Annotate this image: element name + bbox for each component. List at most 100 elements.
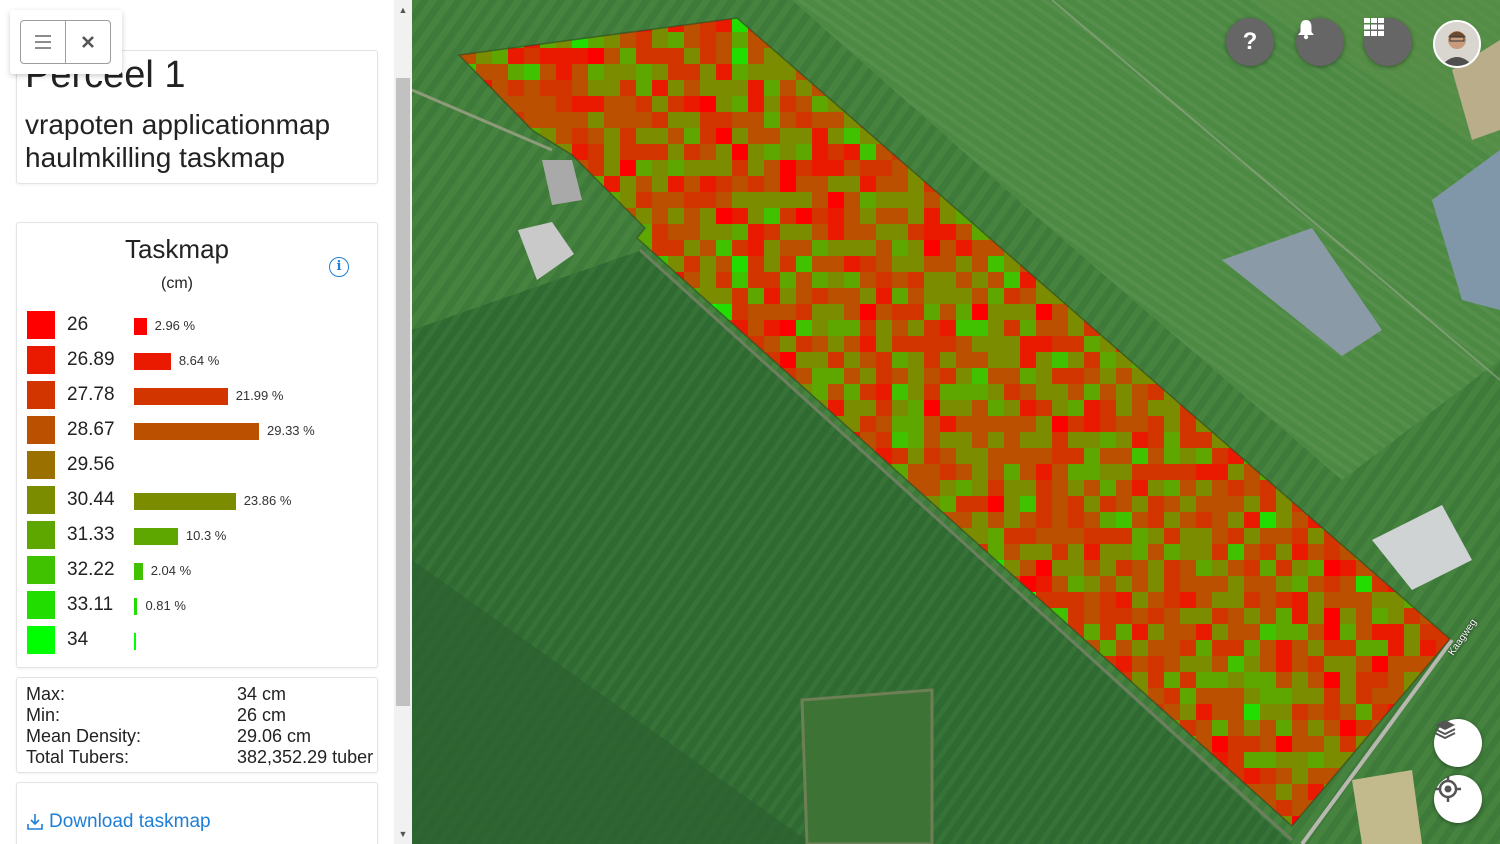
taskmap-cell xyxy=(748,160,765,177)
taskmap-cell xyxy=(1068,448,1085,465)
taskmap-cell xyxy=(1228,624,1245,641)
taskmap-cell xyxy=(1068,512,1085,529)
menu-button[interactable] xyxy=(20,20,66,64)
taskmap-cell xyxy=(908,192,925,209)
taskmap-cell xyxy=(716,176,733,193)
taskmap-cell xyxy=(1260,576,1277,593)
legend-swatch xyxy=(27,626,55,654)
taskmap-cell xyxy=(716,96,733,113)
taskmap-cell xyxy=(876,432,893,449)
taskmap-cell xyxy=(764,288,781,305)
taskmap-cell xyxy=(1228,576,1245,593)
taskmap-cell xyxy=(876,368,893,385)
taskmap-cell xyxy=(1356,624,1373,641)
taskmap-cell xyxy=(1372,688,1389,705)
taskmap-cell xyxy=(988,496,1005,513)
legend-row: 27.78 21.99 % xyxy=(17,379,377,409)
taskmap-cell xyxy=(972,416,989,433)
taskmap-cell xyxy=(1052,560,1069,577)
taskmap-cell xyxy=(572,80,589,97)
locate-button[interactable] xyxy=(1434,775,1482,823)
taskmap-cell xyxy=(1004,272,1021,289)
taskmap-cell xyxy=(748,96,765,113)
taskmap-cell xyxy=(1084,416,1101,433)
taskmap-cell xyxy=(988,368,1005,385)
taskmap-cell xyxy=(764,192,781,209)
taskmap-cell xyxy=(1260,528,1277,545)
taskmap-cell xyxy=(1180,704,1197,721)
layers-button[interactable] xyxy=(1434,719,1482,767)
taskmap-cell xyxy=(1164,512,1181,529)
taskmap-cell xyxy=(956,272,973,289)
taskmap-cell xyxy=(1084,624,1101,641)
taskmap-cell xyxy=(1292,672,1309,689)
taskmap-cell xyxy=(1292,704,1309,721)
legend-swatch xyxy=(27,416,55,444)
taskmap-cell xyxy=(796,304,813,321)
stat-value: 26 cm xyxy=(237,705,287,725)
info-icon[interactable]: i xyxy=(329,257,349,277)
stat-row-total: Total Tubers: 382,352.29 tuber xyxy=(26,747,386,768)
taskmap-cell xyxy=(1276,560,1293,577)
taskmap-cell xyxy=(1164,496,1181,513)
taskmap-cell xyxy=(1004,448,1021,465)
taskmap-cell xyxy=(1308,768,1325,785)
taskmap-cell xyxy=(876,304,893,321)
taskmap-cell xyxy=(1180,688,1197,705)
download-taskmap-link[interactable]: Download taskmap xyxy=(25,811,211,833)
map-view[interactable]: Kaagweg ? xyxy=(412,0,1500,844)
taskmap-cell xyxy=(828,192,845,209)
legend-percent: 10.3 % xyxy=(185,528,227,543)
taskmap-cell xyxy=(1004,432,1021,449)
taskmap-cell xyxy=(1148,656,1165,673)
taskmap-cell xyxy=(668,32,685,49)
taskmap-cell xyxy=(556,80,573,97)
taskmap-cell xyxy=(892,448,909,465)
taskmap-cell xyxy=(1308,624,1325,641)
taskmap-cell xyxy=(1244,624,1261,641)
taskmap-cell xyxy=(1244,736,1261,753)
taskmap-cell xyxy=(1068,464,1085,481)
taskmap-cell xyxy=(924,480,941,497)
taskmap-cell xyxy=(684,96,701,113)
taskmap-cell xyxy=(940,256,957,273)
taskmap-cell xyxy=(892,384,909,401)
taskmap-cell xyxy=(1084,560,1101,577)
taskmap-cell xyxy=(652,224,669,241)
close-button[interactable] xyxy=(65,20,111,64)
scroll-down-arrow-icon[interactable]: ▼ xyxy=(394,824,412,844)
legend-unit: (cm) xyxy=(161,275,193,292)
help-button[interactable]: ? xyxy=(1226,18,1274,66)
taskmap-cell xyxy=(844,368,861,385)
taskmap-cell xyxy=(1084,576,1101,593)
taskmap-cell xyxy=(924,272,941,289)
taskmap-cell xyxy=(828,144,845,161)
taskmap-cell xyxy=(1180,672,1197,689)
scroll-thumb[interactable] xyxy=(396,78,410,706)
user-avatar[interactable] xyxy=(1433,20,1481,68)
taskmap-cell xyxy=(588,112,605,129)
panel-scrollbar[interactable]: ▲ ▼ xyxy=(394,0,412,844)
taskmap-cell xyxy=(1116,592,1133,609)
taskmap-cell xyxy=(716,208,733,225)
scroll-up-arrow-icon[interactable]: ▲ xyxy=(394,0,412,20)
taskmap-cell xyxy=(1116,528,1133,545)
taskmap-cell xyxy=(796,128,813,145)
taskmap-cell xyxy=(524,80,541,97)
taskmap-cell xyxy=(1100,496,1117,513)
taskmap-cell xyxy=(812,192,829,209)
taskmap-cell xyxy=(1052,432,1069,449)
taskmap-cell xyxy=(1196,432,1213,449)
taskmap-cell xyxy=(604,96,621,113)
taskmap-cell xyxy=(940,464,957,481)
taskmap-cell xyxy=(780,256,797,273)
apps-button[interactable] xyxy=(1364,18,1412,66)
taskmap-cell xyxy=(700,256,717,273)
taskmap-cell xyxy=(1036,352,1053,369)
satellite-map[interactable] xyxy=(412,0,1500,844)
taskmap-cell xyxy=(908,240,925,257)
taskmap-cell xyxy=(780,224,797,241)
taskmap-cell xyxy=(636,48,653,65)
legend-row: 30.44 23.86 % xyxy=(17,484,377,514)
notifications-button[interactable] xyxy=(1296,18,1344,66)
